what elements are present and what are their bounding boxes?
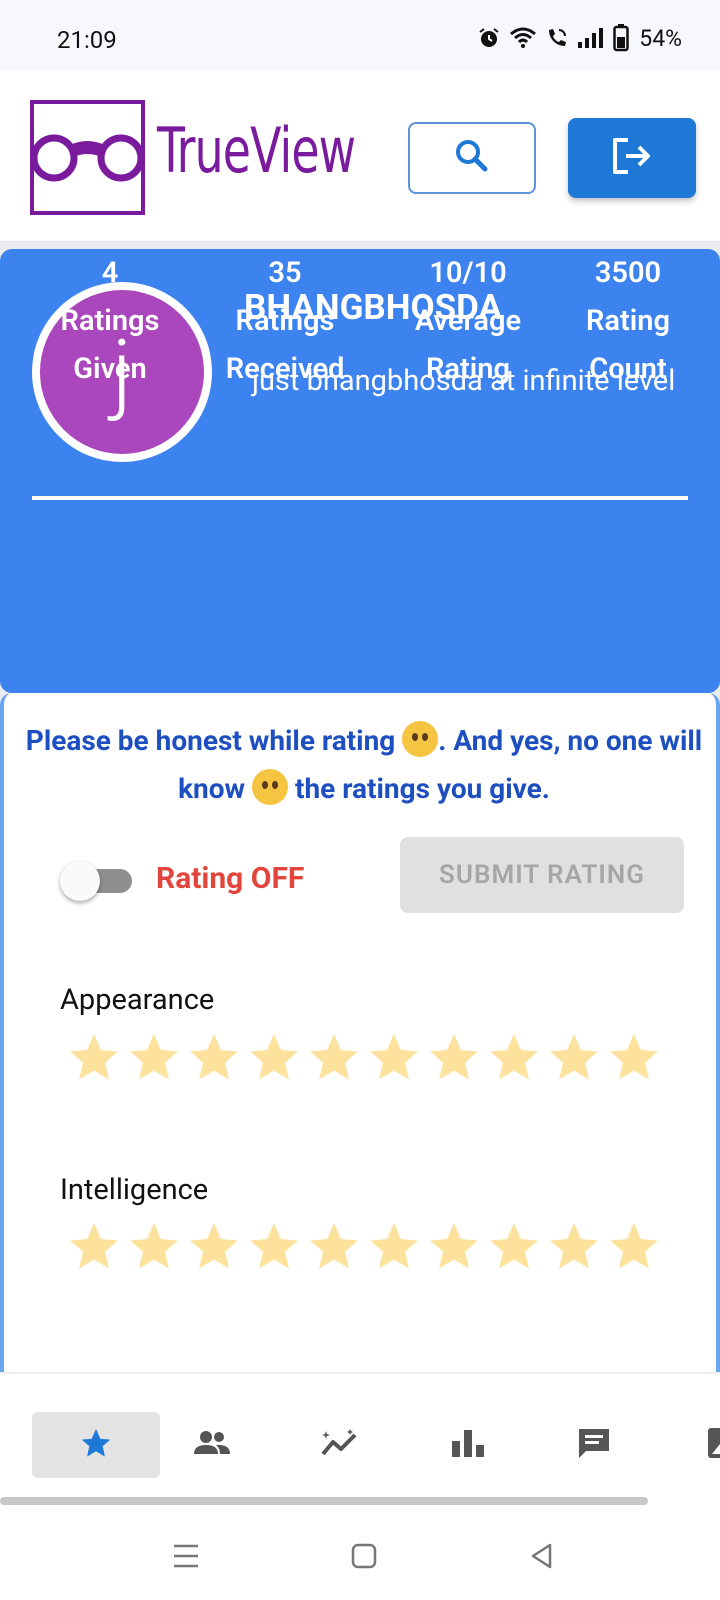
star-icon bbox=[79, 1426, 113, 1464]
star-icon[interactable] bbox=[424, 1031, 484, 1085]
nav-tab-rate[interactable] bbox=[32, 1412, 160, 1478]
status-icons: 54% bbox=[477, 24, 682, 52]
stat-label-line1: Ratings bbox=[60, 304, 160, 338]
shushing-face-emoji-icon bbox=[252, 769, 289, 805]
system-nav-bar bbox=[0, 1510, 720, 1600]
pleading-face-emoji-icon bbox=[402, 721, 439, 757]
home-icon[interactable] bbox=[344, 1536, 384, 1576]
stat-label-line1: Rating bbox=[586, 304, 670, 338]
star-icon[interactable] bbox=[304, 1031, 364, 1085]
status-time: 21:09 bbox=[57, 26, 117, 54]
rating-panel: Please be honest while rating . And yes,… bbox=[0, 693, 720, 1373]
star-icon[interactable] bbox=[184, 1031, 244, 1085]
logout-button[interactable] bbox=[568, 118, 696, 198]
bar-chart-icon bbox=[450, 1427, 486, 1463]
stat-label-line1: Average bbox=[414, 304, 522, 338]
search-icon bbox=[454, 138, 490, 178]
logout-icon bbox=[610, 136, 654, 180]
stat-ratings-received: 35 Ratings Received bbox=[210, 249, 360, 393]
glasses-logo-icon[interactable] bbox=[30, 100, 145, 215]
stat-value: 3500 bbox=[594, 256, 662, 290]
nav-tab-chat[interactable] bbox=[530, 1412, 658, 1478]
people-icon bbox=[192, 1428, 232, 1462]
stat-label-line2: Given bbox=[73, 352, 147, 386]
category-label-intelligence: Intelligence bbox=[60, 1173, 209, 1207]
star-icon[interactable] bbox=[364, 1220, 424, 1274]
star-icon[interactable] bbox=[364, 1031, 424, 1085]
star-icon[interactable] bbox=[544, 1220, 604, 1274]
stat-label-line1: Ratings bbox=[235, 304, 335, 338]
star-icon[interactable] bbox=[64, 1220, 124, 1274]
star-icon[interactable] bbox=[184, 1220, 244, 1274]
profile-card: j BHANGBHOSDA just bhangbhosda at infini… bbox=[0, 249, 720, 693]
star-icon[interactable] bbox=[244, 1031, 304, 1085]
stat-rating-count: 3500 Rating Count bbox=[568, 249, 688, 393]
category-label-appearance: Appearance bbox=[60, 983, 215, 1017]
stat-ratings-given: 4 Ratings Given bbox=[50, 249, 170, 393]
nav-tab-trending[interactable] bbox=[276, 1412, 404, 1478]
stat-value: 35 bbox=[268, 256, 302, 290]
notice-text-3: the ratings you give. bbox=[288, 772, 550, 805]
honesty-notice: Please be honest while rating . And yes,… bbox=[24, 717, 704, 813]
image-icon bbox=[706, 1426, 720, 1464]
star-icon[interactable] bbox=[424, 1220, 484, 1274]
star-icon[interactable] bbox=[544, 1031, 604, 1085]
profile-divider bbox=[32, 496, 688, 500]
star-icon[interactable] bbox=[304, 1220, 364, 1274]
star-icon[interactable] bbox=[244, 1220, 304, 1274]
app-header: TrueView bbox=[0, 70, 720, 242]
notice-text-1: Please be honest while rating bbox=[25, 724, 403, 757]
search-button[interactable] bbox=[408, 122, 536, 194]
rating-toggle[interactable] bbox=[60, 861, 136, 901]
chat-icon bbox=[576, 1426, 612, 1464]
submit-rating-button[interactable]: SUBMIT RATING bbox=[400, 837, 684, 913]
rating-status-label: Rating OFF bbox=[156, 861, 305, 896]
star-icon[interactable] bbox=[64, 1031, 124, 1085]
battery-percent: 54% bbox=[639, 24, 682, 52]
stat-value: 4 bbox=[101, 256, 119, 290]
battery-icon bbox=[613, 24, 630, 52]
star-icon[interactable] bbox=[124, 1220, 184, 1274]
menu-icon[interactable] bbox=[166, 1536, 206, 1576]
nav-scrollbar[interactable] bbox=[0, 1497, 648, 1505]
star-rating-appearance bbox=[64, 1031, 664, 1085]
star-icon[interactable] bbox=[484, 1220, 544, 1274]
stat-label-line2: Received bbox=[225, 352, 345, 386]
stat-label-line2: Count bbox=[589, 352, 667, 386]
brand-title: TrueView bbox=[157, 114, 356, 187]
wifi-call-icon bbox=[545, 26, 569, 50]
stat-label-line2: Rating bbox=[426, 352, 510, 386]
nav-tab-stats[interactable] bbox=[404, 1412, 532, 1478]
star-icon[interactable] bbox=[124, 1031, 184, 1085]
star-rating-intelligence bbox=[64, 1220, 664, 1274]
stat-value: 10/10 bbox=[429, 256, 507, 290]
signal-icon bbox=[577, 27, 605, 49]
toggle-knob bbox=[60, 861, 100, 901]
star-icon[interactable] bbox=[604, 1031, 664, 1085]
star-icon[interactable] bbox=[484, 1031, 544, 1085]
wifi-icon bbox=[509, 26, 537, 50]
bottom-nav bbox=[0, 1372, 720, 1490]
alarm-icon bbox=[477, 26, 501, 50]
nav-tab-people[interactable] bbox=[148, 1412, 276, 1478]
status-bar: 21:09 54% bbox=[0, 0, 720, 70]
stat-average-rating: 10/10 Average Rating bbox=[398, 249, 538, 393]
back-icon[interactable] bbox=[522, 1536, 562, 1576]
trending-icon bbox=[320, 1427, 360, 1463]
nav-tab-gallery[interactable] bbox=[656, 1412, 720, 1478]
star-icon[interactable] bbox=[604, 1220, 664, 1274]
